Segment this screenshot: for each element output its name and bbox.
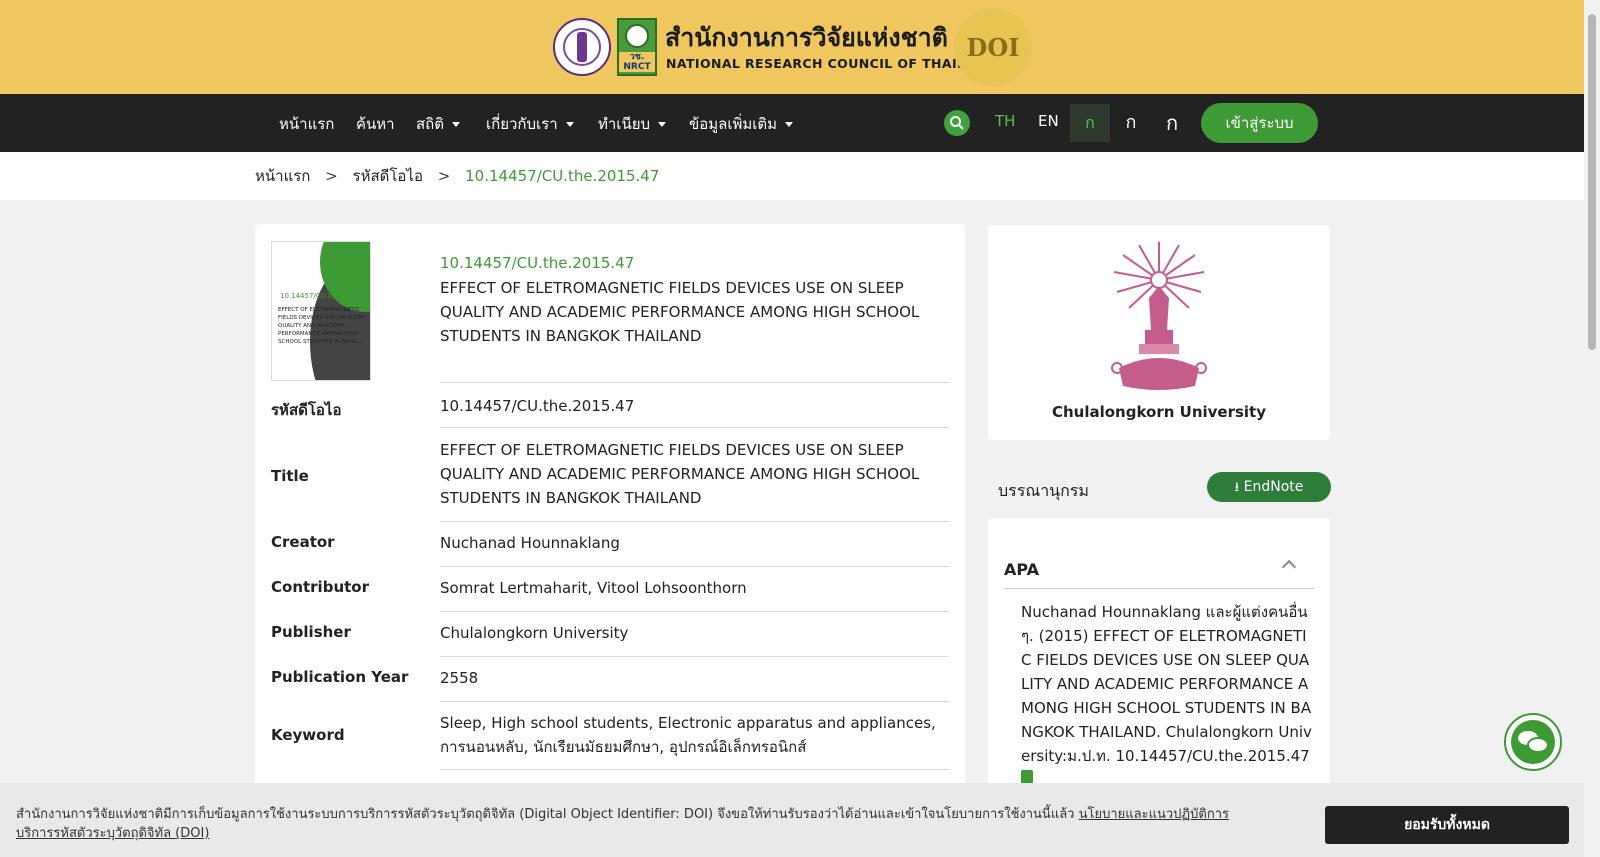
record-doi-link[interactable]: 10.14457/CU.the.2015.47 xyxy=(440,254,634,272)
breadcrumb: หน้าแรก > รหัสดีโอไอ > 10.14457/CU.the.2… xyxy=(255,164,669,188)
field-label: Creator xyxy=(271,533,335,551)
doi-logo-icon: DOI xyxy=(954,8,1032,86)
nav-search[interactable]: ค้นหา xyxy=(356,112,395,136)
field-label: Publication Year xyxy=(271,668,409,686)
field-value-title: EFFECT OF ELETROMAGNETIC FIELDS DEVICES … xyxy=(440,441,920,507)
breadcrumb-home[interactable]: หน้าแรก xyxy=(255,167,310,185)
download-icon: ⭳ xyxy=(1234,480,1240,495)
font-size-medium-button[interactable]: ก xyxy=(1111,104,1151,142)
field-label: Title xyxy=(271,467,309,485)
page-scrollbar[interactable] xyxy=(1584,0,1600,857)
chat-button[interactable] xyxy=(1504,713,1562,771)
site-header: วช. NRCT สำนักงานการวิจัยแห่งชาติ NATION… xyxy=(0,0,1584,94)
accept-all-button[interactable]: ยอมรับทั้งหมด xyxy=(1325,806,1569,844)
bibliography-title: บรรณานุกรม xyxy=(998,481,1089,500)
apa-accordion-header[interactable]: APA xyxy=(1004,560,1039,579)
field-value-publisher: Chulalongkorn University xyxy=(440,624,629,642)
font-size-small-button[interactable]: ก xyxy=(1070,104,1110,142)
font-size-large-button[interactable]: ก xyxy=(1152,104,1192,142)
field-value-creator: Nuchanad Hounnaklang xyxy=(440,534,620,552)
field-label: Keyword xyxy=(271,726,345,744)
chulalongkorn-emblem-icon xyxy=(1111,242,1207,390)
field-value-contributor: Somrat Lertmaharit, Vitool Lohsoonthorn xyxy=(440,579,747,597)
nrct-seal-icon xyxy=(553,18,611,76)
login-button[interactable]: เข้าสู่ระบบ xyxy=(1201,103,1318,143)
nav-home[interactable]: หน้าแรก xyxy=(279,112,334,136)
main-navbar: หน้าแรก ค้นหา สถิติ เกี่ยวกับเรา ทำเนียบ… xyxy=(0,94,1584,152)
field-value-keyword: Sleep, High school students, Electronic … xyxy=(440,714,936,756)
search-icon[interactable] xyxy=(944,110,970,136)
lang-en-button[interactable]: EN xyxy=(1038,112,1059,130)
field-label: รหัสดีโอไอ xyxy=(271,401,342,419)
record-thumbnail: 10.14457/CU.the.2015.47 EFFECT OF ELETRO… xyxy=(271,241,371,381)
endnote-download-button[interactable]: ⭳ EndNote xyxy=(1207,472,1331,502)
cookie-consent-bar: สำนักงานการวิจัยแห่งชาติมีการเก็บข้อมูลก… xyxy=(0,783,1584,857)
site-name-en: NATIONAL RESEARCH COUNCIL OF THAILAND xyxy=(666,56,998,71)
lang-th-button[interactable]: TH xyxy=(995,112,1015,130)
field-value-doi[interactable]: 10.14457/CU.the.2015.47 xyxy=(440,394,949,418)
record-card: 10.14457/CU.the.2015.47 EFFECT OF ELETRO… xyxy=(255,224,965,857)
chevron-up-icon[interactable] xyxy=(1281,559,1297,575)
field-label: Publisher xyxy=(271,623,351,641)
nav-about[interactable]: เกี่ยวกับเรา xyxy=(486,112,574,136)
nav-more-info[interactable]: ข้อมูลเพิ่มเติม xyxy=(689,112,793,136)
site-name-th: สำนักงานการวิจัยแห่งชาติ xyxy=(665,23,948,52)
chat-icon xyxy=(1511,720,1555,764)
nrct-logo-icon: วช. NRCT xyxy=(617,18,657,76)
university-name: Chulalongkorn University xyxy=(1051,403,1267,421)
breadcrumb-bar: หน้าแรก > รหัสดีโอไอ > 10.14457/CU.the.2… xyxy=(0,152,1584,200)
cookie-text: สำนักงานการวิจัยแห่งชาติมีการเก็บข้อมูลก… xyxy=(16,807,1229,841)
field-label: Contributor xyxy=(271,578,369,596)
breadcrumb-separator: > xyxy=(437,167,451,185)
copy-icon[interactable] xyxy=(1021,770,1033,784)
nav-statistics[interactable]: สถิติ xyxy=(416,112,460,136)
nav-directory[interactable]: ทำเนียบ xyxy=(598,112,666,136)
university-card: Chulalongkorn University xyxy=(988,225,1330,440)
breadcrumb-separator: > xyxy=(325,167,338,185)
apa-citation-text: Nuchanad Hounnaklang และผู้แต่งคนอื่นๆ. … xyxy=(1021,603,1312,765)
breadcrumb-section[interactable]: รหัสดีโอไอ xyxy=(353,167,423,185)
record-title: EFFECT OF ELETROMAGNETIC FIELDS DEVICES … xyxy=(440,279,920,345)
breadcrumb-current: 10.14457/CU.the.2015.47 xyxy=(465,167,660,185)
field-value-year: 2558 xyxy=(440,669,479,687)
